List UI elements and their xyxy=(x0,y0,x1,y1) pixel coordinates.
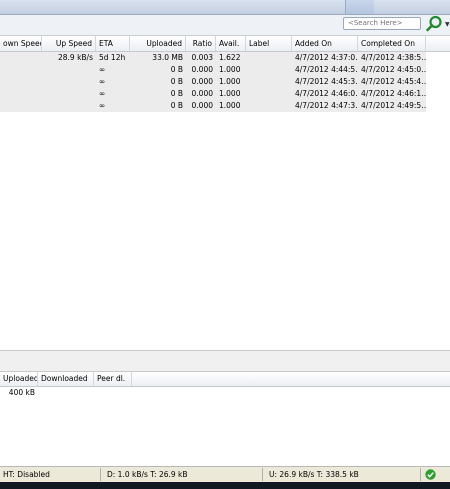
column-header-eta[interactable]: ETA xyxy=(96,36,130,51)
dht-status: HT: Disabled xyxy=(3,470,50,479)
up-speed-cell: 28.9 kB/s xyxy=(57,53,93,62)
table-row[interactable]: ∞ 0 B 0.000 1.000 4/7/2012 4:45:3… 4/7/2… xyxy=(0,76,426,88)
download-status: D: 1.0 kB/s T: 26.9 kB xyxy=(107,470,188,479)
added-on-cell: 4/7/2012 4:45:3… xyxy=(295,77,358,86)
column-header-peer-dl[interactable]: Peer dl. xyxy=(94,372,132,386)
status-divider xyxy=(100,468,101,481)
torrent-table-header: own Speed Up Speed ETA Uploaded Ratio Av… xyxy=(0,36,450,52)
completed-on-cell: 4/7/2012 4:46:1… xyxy=(361,89,426,98)
status-divider xyxy=(420,468,421,481)
column-header-uploaded[interactable]: Uploaded xyxy=(130,36,186,51)
completed-on-cell: 4/7/2012 4:38:5… xyxy=(361,53,426,62)
search-input[interactable] xyxy=(343,17,421,30)
eta-cell: ∞ xyxy=(99,101,106,110)
ratio-cell: 0.000 xyxy=(191,89,213,98)
ratio-cell: 0.000 xyxy=(191,65,213,74)
added-on-cell: 4/7/2012 4:47:3… xyxy=(295,101,358,110)
table-row[interactable]: ∞ 0 B 0.000 1.000 4/7/2012 4:44:5… 4/7/2… xyxy=(0,64,426,76)
search-icon[interactable] xyxy=(425,15,443,33)
selected-tab[interactable] xyxy=(345,0,374,14)
eta-cell: ∞ xyxy=(99,89,106,98)
added-on-cell: 4/7/2012 4:37:0… xyxy=(295,53,358,62)
avail-cell: 1.000 xyxy=(219,101,241,110)
status-divider xyxy=(262,468,263,481)
completed-on-cell: 4/7/2012 4:45:4… xyxy=(361,77,426,86)
avail-cell: 1.000 xyxy=(219,89,241,98)
uploaded-cell: 0 B xyxy=(170,77,183,86)
column-header-ratio[interactable]: Ratio xyxy=(186,36,216,51)
pane-splitter[interactable] xyxy=(0,350,450,372)
status-bar: HT: Disabled D: 1.0 kB/s T: 26.9 kB U: 2… xyxy=(0,466,450,482)
table-row[interactable]: 28.9 kB/s 5d 12h 33.0 MB 0.003 1.622 4/7… xyxy=(0,52,426,64)
completed-on-cell: 4/7/2012 4:49:5… xyxy=(361,101,426,110)
peers-table-header: Uploaded Downloaded Peer dl. xyxy=(0,372,450,387)
ratio-cell: 0.000 xyxy=(191,101,213,110)
added-on-cell: 4/7/2012 4:46:0… xyxy=(295,89,358,98)
table-row[interactable]: ∞ 0 B 0.000 1.000 4/7/2012 4:46:0… 4/7/2… xyxy=(0,88,426,100)
eta-cell: ∞ xyxy=(99,77,106,86)
eta-cell: ∞ xyxy=(99,65,106,74)
ratio-cell: 0.003 xyxy=(191,53,213,62)
title-strip xyxy=(0,0,450,15)
avail-cell: 1.622 xyxy=(219,53,241,62)
peer-row[interactable]: 400 kB xyxy=(0,387,450,399)
upload-status: U: 26.9 kB/s T: 338.5 kB xyxy=(269,470,359,479)
column-header-uploaded[interactable]: Uploaded xyxy=(0,372,38,386)
table-row[interactable]: ∞ 0 B 0.000 1.000 4/7/2012 4:47:3… 4/7/2… xyxy=(0,100,426,112)
column-header-completed-on[interactable]: Completed On xyxy=(358,36,426,51)
column-header-down-speed[interactable]: own Speed xyxy=(0,36,42,51)
taskbar xyxy=(0,482,450,489)
avail-cell: 1.000 xyxy=(219,65,241,74)
peer-uploaded-cell: 400 kB xyxy=(8,388,35,397)
column-header-avail[interactable]: Avail. xyxy=(216,36,246,51)
uploaded-cell: 0 B xyxy=(170,65,183,74)
column-header-added-on[interactable]: Added On xyxy=(292,36,358,51)
completed-on-cell: 4/7/2012 4:45:0… xyxy=(361,65,426,74)
uploaded-cell: 33.0 MB xyxy=(152,53,183,62)
column-header-up-speed[interactable]: Up Speed xyxy=(42,36,96,51)
chevron-down-icon[interactable]: ▼ xyxy=(445,21,450,28)
column-header-label[interactable]: Label xyxy=(246,36,292,51)
column-header-downloaded[interactable]: Downloaded xyxy=(38,372,94,386)
check-circle-icon[interactable] xyxy=(425,469,436,480)
uploaded-cell: 0 B xyxy=(170,101,183,110)
avail-cell: 1.000 xyxy=(219,77,241,86)
ratio-cell: 0.000 xyxy=(191,77,213,86)
eta-cell: 5d 12h xyxy=(99,53,126,62)
added-on-cell: 4/7/2012 4:44:5… xyxy=(295,65,358,74)
uploaded-cell: 0 B xyxy=(170,89,183,98)
